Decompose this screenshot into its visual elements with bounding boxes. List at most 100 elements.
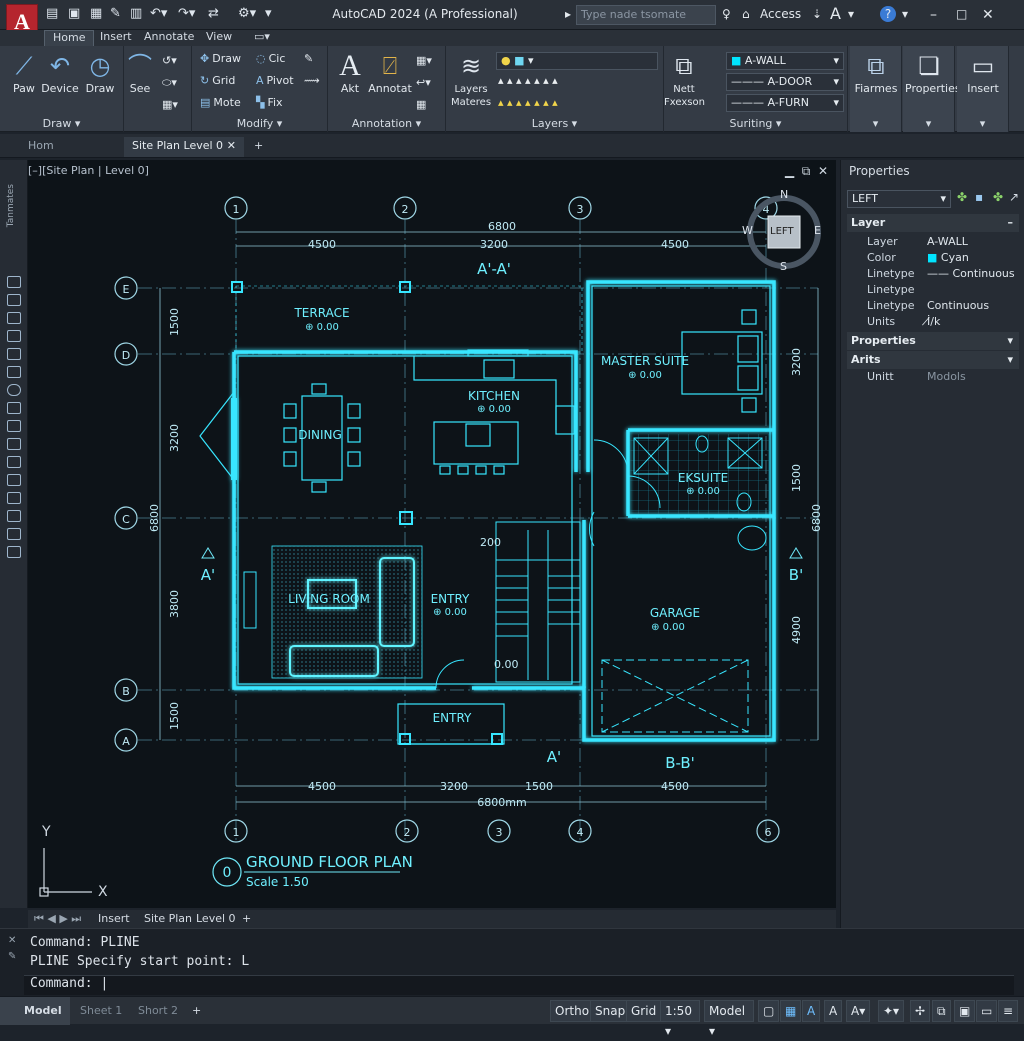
layout-nav-icon[interactable]: ⏮ ◀ ▶ ⏭	[34, 912, 81, 926]
scale-dropdown[interactable]: 1:50 ▾	[660, 1000, 700, 1038]
rotate-icon[interactable]: ↺▾	[162, 54, 177, 67]
share-icon[interactable]: ⇄	[208, 6, 219, 21]
new-file-icon[interactable]: ▤	[46, 6, 58, 21]
tool-region-icon[interactable]	[7, 438, 21, 450]
status-add-tab-icon[interactable]: +	[192, 1003, 201, 1019]
prop-row-linetype-2[interactable]: Linetype	[849, 282, 1017, 298]
tool-point-icon[interactable]	[7, 528, 21, 540]
prop-row-linetype-3[interactable]: Linetype Continuous	[849, 298, 1017, 314]
isolate-icon[interactable]: ✢	[910, 1000, 931, 1022]
tab-home[interactable]: Home	[44, 30, 95, 46]
tool-line-icon[interactable]	[7, 294, 21, 306]
pick-icon[interactable]: ↗	[1009, 190, 1019, 204]
status-tab-sheet2[interactable]: Short 2	[138, 1003, 178, 1019]
layer-dropdown-door[interactable]: ——— A-DOOR ▾	[726, 73, 844, 91]
layer-tools-row1[interactable]: ▴ ▴ ▴ ▴ ▴ ▴ ▴	[498, 74, 558, 87]
surface-panel-label[interactable]: Suriting ▾	[664, 117, 847, 130]
workspace-icon[interactable]: ⚙▾	[238, 6, 256, 21]
layout-add-icon[interactable]: +	[242, 912, 251, 925]
insert-button[interactable]: ▭ Insert	[959, 50, 1007, 95]
prop-row-color[interactable]: Color ■ Cyan	[849, 250, 1017, 266]
tab-insert[interactable]: Insert	[100, 30, 132, 46]
command-input[interactable]: Command: |	[24, 975, 1014, 995]
leader-icon[interactable]: ↩▾	[416, 76, 431, 89]
grid-button[interactable]: ↻ Grid	[200, 74, 235, 87]
compass-east[interactable]: E	[814, 224, 821, 237]
tool-square-icon[interactable]	[7, 402, 21, 414]
properties-button[interactable]: ❏ Properties	[905, 50, 961, 95]
clean-screen-icon[interactable]: ▣	[954, 1000, 976, 1022]
prop-row-units[interactable]: Units İ̸/k	[849, 314, 1017, 330]
annotation-visibility-icon[interactable]: Α	[802, 1000, 821, 1022]
arits-section-header[interactable]: Arits ▾	[847, 351, 1019, 369]
tool-polygon-icon[interactable]	[7, 330, 21, 342]
circle-tool-button[interactable]: ◌ Cic	[256, 52, 285, 65]
drawing-canvas[interactable]: [–][Site Plan | Level 0] ▁ ⧉ ✕ 1 2 3 4 1…	[28, 160, 836, 908]
auto-scale-icon[interactable]: A▾	[846, 1000, 871, 1022]
viewcube[interactable]: LEFT N S E W	[742, 188, 826, 274]
tool-hatch-icon[interactable]	[7, 420, 21, 432]
annotation-scale-icon[interactable]: A	[824, 1000, 843, 1022]
compass-south[interactable]: S	[780, 260, 787, 273]
close-tab-icon[interactable]: ✕	[227, 137, 236, 155]
print-icon[interactable]: ▥	[130, 6, 142, 21]
access-icon[interactable]: ⌂	[742, 7, 750, 21]
toggle-pickadd-icon[interactable]: ✤	[993, 190, 1003, 204]
expand-arrow-icon[interactable]: ▸	[565, 7, 571, 21]
search-input[interactable]: Type nade tsomate	[576, 5, 716, 25]
more-icon[interactable]: ▾	[265, 6, 272, 21]
exchange-icon[interactable]: ⇣	[812, 7, 822, 21]
tab-view[interactable]: View	[206, 30, 232, 46]
layout-tab-insert[interactable]: Insert	[98, 912, 130, 925]
a-dropdown-icon[interactable]: ▾	[848, 7, 854, 21]
user-icon[interactable]: ♀	[722, 7, 731, 21]
viewcube-face[interactable]: LEFT	[770, 226, 794, 237]
minimize-icon[interactable]: –	[930, 7, 937, 23]
maximize-icon[interactable]: □	[956, 7, 967, 21]
tab-annotate[interactable]: Annotate	[144, 30, 194, 46]
command-close-icon[interactable]: ✕	[8, 935, 16, 946]
mote-button[interactable]: ▤ Mote	[200, 96, 241, 109]
layer-dropdown-furn[interactable]: ——— A-FURN ▾	[726, 94, 844, 112]
new-tab-icon[interactable]: +	[246, 137, 271, 157]
snap-toggle[interactable]: Snap	[590, 1000, 631, 1022]
help-icon[interactable]: ?	[880, 6, 896, 22]
save-as-icon[interactable]: ✎	[110, 6, 121, 21]
access-label[interactable]: Access	[760, 7, 801, 21]
offset-icon[interactable]: ⟿	[304, 74, 320, 87]
tool-insert-icon[interactable]	[7, 510, 21, 522]
viewport-icon[interactable]: ▢	[758, 1000, 780, 1022]
status-menu-icon[interactable]: ≡	[998, 1000, 1019, 1022]
device-button[interactable]: ↶ Device	[38, 50, 82, 95]
layer-section-header[interactable]: Layer –	[847, 214, 1019, 232]
doc-tab-home[interactable]: Hom	[20, 137, 62, 157]
select-objects-icon[interactable]: ▪	[975, 190, 983, 204]
tool-table-icon[interactable]	[7, 456, 21, 468]
move-button[interactable]: ✥ Draw	[200, 52, 241, 65]
ortho-toggle[interactable]: Ortho	[550, 1000, 595, 1022]
ellipse-icon[interactable]: ⬭▾	[162, 76, 177, 90]
draw-panel-label[interactable]: Draw ▾	[0, 117, 123, 130]
modify-panel-label[interactable]: Modify ▾	[192, 117, 327, 130]
compass-west[interactable]: W	[742, 224, 753, 237]
layer-tools-row2[interactable]: ▴ ▴ ▴ ▴ ▴ ▴ ▴	[498, 96, 558, 109]
hatch-icon[interactable]: ▦▾	[162, 98, 178, 111]
frames-dropdown-icon[interactable]: ▾	[850, 117, 901, 130]
layer-dropdown-wall[interactable]: ■ A-WALL ▾	[726, 52, 844, 70]
frames-panel[interactable]: ⧉ Fiarmes ▾	[850, 46, 902, 132]
grid-table-icon[interactable]: ▦	[416, 98, 426, 111]
insert-dropdown-icon[interactable]: ▾	[957, 117, 1008, 130]
properties-selector[interactable]: LEFT ▾	[847, 190, 951, 208]
pivot-button[interactable]: Α Pivot	[256, 74, 294, 87]
video-tab-icon[interactable]: ▭▾	[254, 30, 270, 46]
properties-section-header[interactable]: Properties ▾	[847, 332, 1019, 350]
nett-button[interactable]: ⧉ Nett Fxexson	[664, 50, 705, 108]
doc-tab-site-plan[interactable]: Site Plan Level 0 ✕	[124, 137, 244, 157]
text-button[interactable]: A Akt	[328, 50, 372, 96]
tool-mtext-icon[interactable]	[7, 474, 21, 486]
save-icon[interactable]: ▦	[90, 6, 102, 21]
hardware-accel-icon[interactable]: ⧉	[932, 1000, 951, 1022]
redo-icon[interactable]: ↷▾	[178, 6, 195, 21]
layer-properties-button[interactable]: ≋ Layers Materes	[448, 50, 494, 108]
compass-north[interactable]: N	[780, 188, 788, 201]
